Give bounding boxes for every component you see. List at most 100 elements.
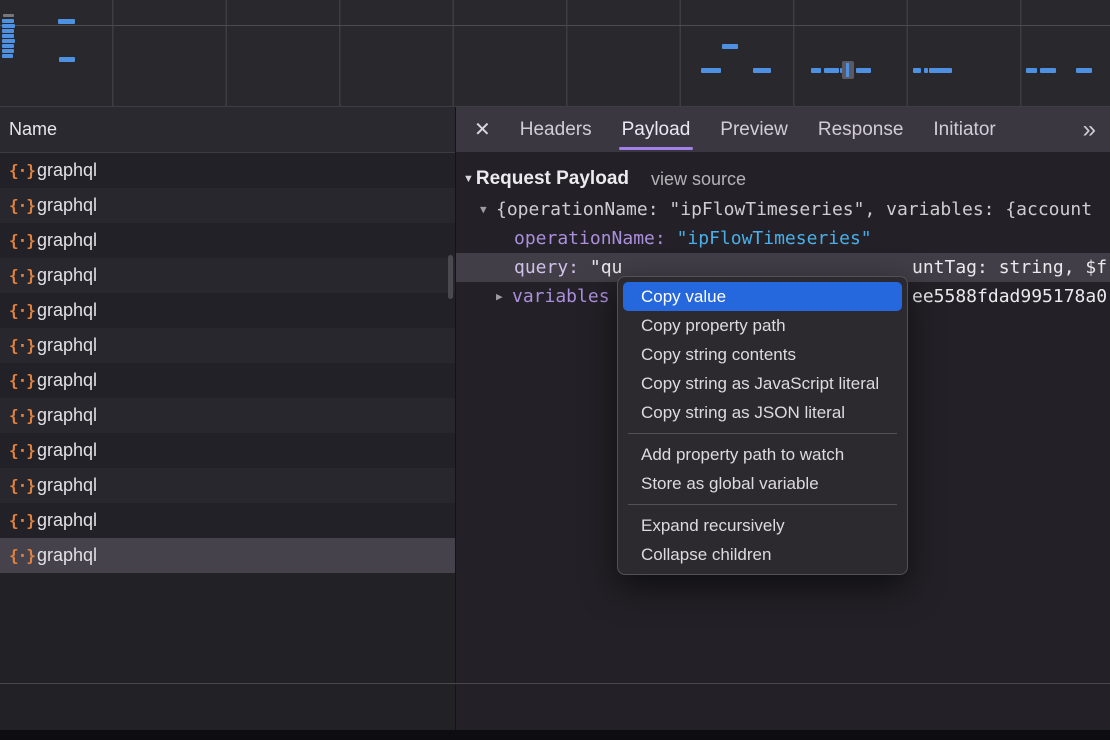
request-timing-bar [2,39,15,43]
network-request-row[interactable]: {⋅}graphql [0,258,455,293]
json-icon: {⋅} [9,511,37,530]
request-name-label: graphql [37,475,97,496]
menu-item-copy-string-as-javascript-literal[interactable]: Copy string as JavaScript literal [618,369,907,398]
json-icon: {⋅} [9,371,37,390]
collapsed-triangle-icon[interactable]: ▶ [496,290,512,303]
column-header-name[interactable]: Name [0,107,455,153]
network-request-row[interactable]: {⋅}graphql [0,153,455,188]
request-timing-bar [856,68,871,73]
request-timing-bar [811,68,821,73]
json-icon: {⋅} [9,301,37,320]
request-timing-bar [753,68,771,73]
request-timing-bar [3,14,14,17]
request-timing-bar [2,49,14,53]
tab-initiator[interactable]: Initiator [918,107,1010,152]
section-expanded-triangle-icon[interactable]: ▼ [463,173,474,185]
request-list: {⋅}graphql{⋅}graphql{⋅}graphql{⋅}graphql… [0,153,455,573]
json-icon: {⋅} [9,546,37,565]
payload-root-row[interactable]: ▼ {operationName: "ipFlowTimeseries", va… [456,195,1110,224]
payload-summary-text: {operationName: "ipFlowTimeseries", vari… [496,199,1092,220]
tab-response[interactable]: Response [803,107,919,152]
marker-line-icon [846,63,849,77]
property-value-start: "qu [590,257,623,278]
request-name-label: graphql [37,300,97,321]
network-request-row[interactable]: {⋅}graphql [0,188,455,223]
menu-item-copy-string-as-json-literal[interactable]: Copy string as JSON literal [618,398,907,427]
request-timing-bar [701,68,721,73]
network-request-row[interactable]: {⋅}graphql [0,398,455,433]
network-request-row[interactable]: {⋅}graphql [0,293,455,328]
request-timing-bar [2,24,15,28]
request-timing-bar [2,44,14,48]
request-timing-bar [722,44,738,49]
menu-item-add-property-path-to-watch[interactable]: Add property path to watch [618,440,907,469]
request-timing-bar [1026,68,1037,73]
network-request-row[interactable]: {⋅}graphql [0,363,455,398]
request-timing-bar [58,19,75,24]
tab-headers[interactable]: Headers [505,107,607,152]
network-request-row[interactable]: {⋅}graphql [0,538,455,573]
menu-separator [628,433,897,434]
request-timing-bar [2,54,13,58]
property-value [666,228,677,249]
footer-separator [0,683,1110,684]
menu-item-copy-property-path[interactable]: Copy property path [618,311,907,340]
request-timing-bar [929,68,952,73]
json-icon: {⋅} [9,476,37,495]
network-overview-timeline[interactable] [0,0,1110,107]
menu-item-store-as-global-variable[interactable]: Store as global variable [618,469,907,498]
request-payload-section-header: ▼ Request Payload view source [456,163,1110,195]
section-title: Request Payload [476,168,629,190]
timeline-marker [842,61,854,79]
more-tabs-icon[interactable]: » [1083,116,1094,144]
network-request-row[interactable]: {⋅}graphql [0,328,455,363]
request-timing-bar [924,68,928,73]
json-icon: {⋅} [9,406,37,425]
request-name-label: graphql [37,440,97,461]
request-name-label: graphql [37,405,97,426]
request-timing-bar [2,34,14,38]
context-menu: Copy valueCopy property pathCopy string … [617,276,908,575]
tab-payload[interactable]: Payload [607,107,706,152]
close-icon[interactable]: ✕ [474,117,491,142]
request-name-label: graphql [37,195,97,216]
scrollbar-thumb[interactable] [448,255,453,299]
network-request-row[interactable]: {⋅}graphql [0,468,455,503]
json-icon: {⋅} [9,161,37,180]
request-name-label: graphql [37,370,97,391]
request-timing-bar [2,29,14,33]
property-value-continuation: ee5588fdad995178a0 [912,282,1107,311]
request-name-label: graphql [37,160,97,181]
menu-item-expand-recursively[interactable]: Expand recursively [618,511,907,540]
payload-row-operation-name[interactable]: operationName: "ipFlowTimeseries" [456,224,1110,253]
tab-preview[interactable]: Preview [705,107,803,152]
request-timing-bar [1076,68,1092,73]
json-icon: {⋅} [9,266,37,285]
view-source-link[interactable]: view source [651,169,746,190]
network-request-row[interactable]: {⋅}graphql [0,503,455,538]
expanded-triangle-icon[interactable]: ▼ [480,203,496,216]
menu-item-copy-value[interactable]: Copy value [623,282,902,311]
request-name-label: graphql [37,545,97,566]
request-name-label: graphql [37,230,97,251]
network-request-row[interactable]: {⋅}graphql [0,433,455,468]
json-icon: {⋅} [9,231,37,250]
menu-item-collapse-children[interactable]: Collapse children [618,540,907,569]
tab-strip: HeadersPayloadPreviewResponseInitiator [505,107,1011,152]
request-name-label: graphql [37,335,97,356]
menu-item-copy-string-contents[interactable]: Copy string contents [618,340,907,369]
network-request-row[interactable]: {⋅}graphql [0,223,455,258]
menu-separator [628,504,897,505]
property-value-continuation: untTag: string, $f [912,253,1107,282]
devtools-network-panel: Name {⋅}graphql{⋅}graphql{⋅}graphql{⋅}gr… [0,0,1110,740]
property-key: operationName: [514,228,666,249]
property-key: variables [512,286,610,307]
request-timing-bar [1040,68,1056,73]
property-key: query: [514,257,579,278]
request-timing-bar [824,68,839,73]
request-name-label: graphql [37,265,97,286]
column-header-label: Name [9,119,57,140]
request-timing-bar [59,57,75,62]
json-icon: {⋅} [9,196,37,215]
json-icon: {⋅} [9,336,37,355]
